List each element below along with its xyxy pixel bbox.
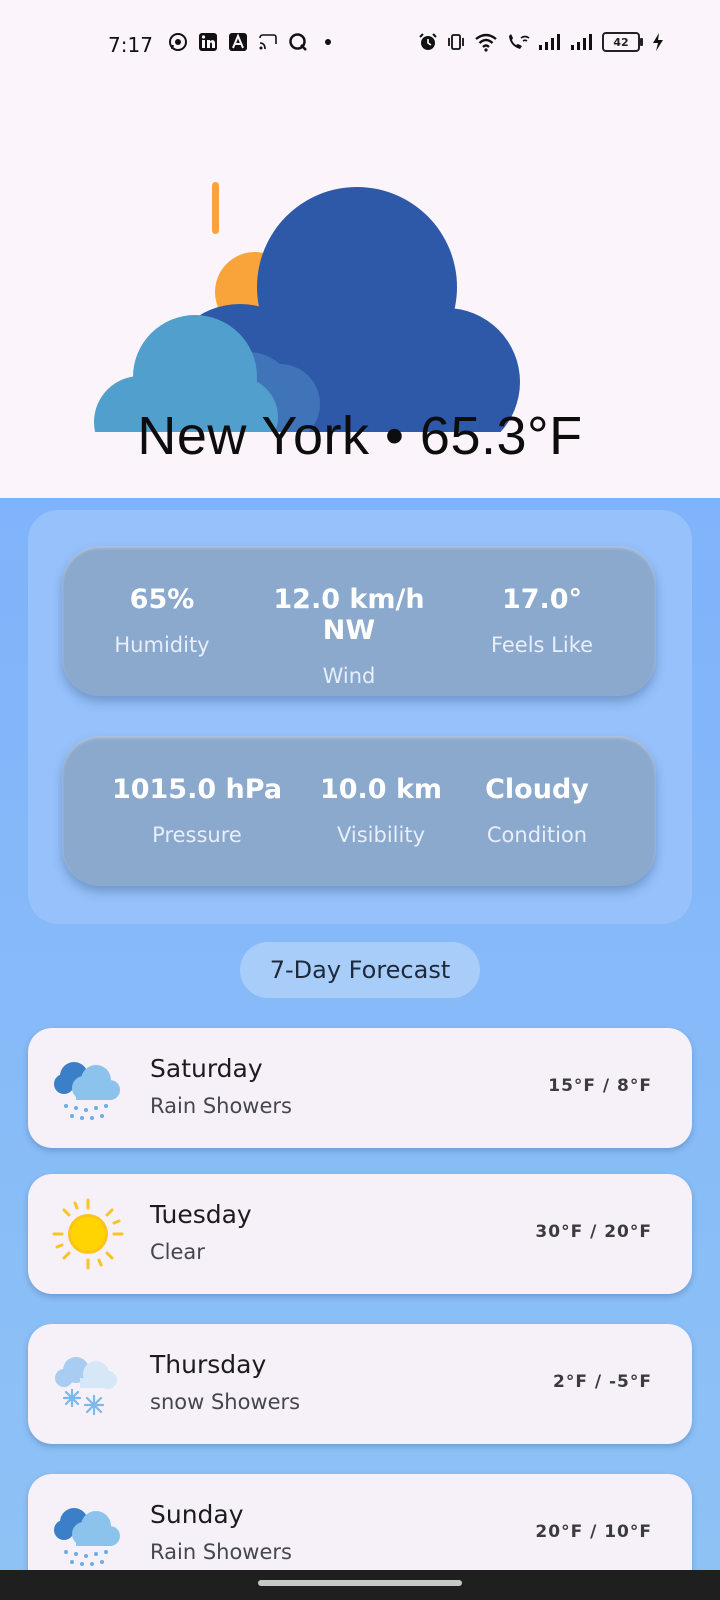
rain-cloud-icon xyxy=(54,1062,120,1120)
stat-value: Cloudy xyxy=(485,774,589,805)
status-bar: 7:17 42 xyxy=(0,0,720,92)
stat-value: 1015.0 hPa xyxy=(111,774,283,805)
stat-value: 17.0° xyxy=(501,584,583,615)
stat-feels-like: 17.0° Feels Like xyxy=(442,584,642,657)
stat-value: 12.0 km/h NW xyxy=(273,584,425,646)
status-time: 7:17 xyxy=(108,33,153,57)
charging-icon xyxy=(653,33,663,51)
rain-cloud-icon xyxy=(54,1508,120,1566)
stat-humidity: 65% Humidity xyxy=(62,584,262,657)
stat-wind: 12.0 km/h NW Wind xyxy=(249,584,449,688)
forecast-condition: snow Showers xyxy=(150,1390,301,1414)
signal-icon xyxy=(539,34,560,50)
stats-card-secondary: 1015.0 hPa Pressure 10.0 km Visibility C… xyxy=(62,736,656,886)
forecast-day-name: Saturday xyxy=(150,1054,263,1083)
stat-label: Humidity xyxy=(114,633,210,657)
stat-label: Pressure xyxy=(152,823,242,847)
q-app-icon xyxy=(288,32,308,52)
sun-icon xyxy=(52,1198,124,1270)
system-navigation-bar xyxy=(0,1570,720,1600)
stat-pressure: 1015.0 hPa Pressure xyxy=(97,774,297,847)
forecast-temperature: 2°F / -5°F xyxy=(553,1372,652,1392)
forecast-heading: 7-Day Forecast xyxy=(240,942,480,998)
main-content: 65% Humidity 12.0 km/h NW Wind 17.0° Fee… xyxy=(0,498,720,1594)
forecast-temperature: 30°F / 20°F xyxy=(535,1222,652,1242)
forecast-condition: Rain Showers xyxy=(150,1094,292,1118)
stat-label: Condition xyxy=(486,823,588,847)
alarm-icon xyxy=(419,33,437,50)
forecast-condition: Clear xyxy=(150,1240,205,1264)
forecast-day-name: Tuesday xyxy=(150,1200,252,1229)
forecast-temperature: 20°F / 10°F xyxy=(535,1522,652,1542)
notification-icons xyxy=(168,32,338,52)
system-icons: 42 xyxy=(418,32,664,52)
snow-cloud-icon xyxy=(55,1357,117,1416)
weather-hero: New York • 65.3°F xyxy=(0,92,720,498)
wifi-icon xyxy=(475,33,497,52)
stat-condition: Cloudy Condition xyxy=(437,774,637,847)
stat-value: 65% xyxy=(129,584,195,615)
stats-panel: 65% Humidity 12.0 km/h NW Wind 17.0° Fee… xyxy=(28,510,692,924)
stats-card-primary: 65% Humidity 12.0 km/h NW Wind 17.0° Fee… xyxy=(62,546,656,696)
stat-label: Wind xyxy=(322,664,376,688)
signal-icon xyxy=(571,34,592,50)
battery-icon: 42 xyxy=(602,32,643,52)
forecast-condition: Rain Showers xyxy=(150,1540,292,1564)
vibrate-icon xyxy=(448,34,464,50)
forecast-day-card[interactable]: Tuesday Clear 30°F / 20°F xyxy=(28,1174,692,1294)
a-app-icon xyxy=(228,32,248,52)
linkedin-icon xyxy=(198,32,218,52)
cloudy-weather-illustration xyxy=(94,182,520,432)
whatsapp-icon xyxy=(168,32,188,52)
home-gesture-handle[interactable] xyxy=(258,1580,462,1586)
forecast-day-name: Sunday xyxy=(150,1500,244,1529)
forecast-day-name: Thursday xyxy=(150,1350,267,1379)
location-temperature: New York • 65.3°F xyxy=(137,406,583,466)
stat-label: Feels Like xyxy=(490,633,594,657)
forecast-temperature: 15°F / 8°F xyxy=(548,1076,652,1096)
forecast-day-card[interactable]: Saturday Rain Showers 15°F / 8°F xyxy=(28,1028,692,1148)
dot-icon xyxy=(318,32,338,52)
wifi-call-icon xyxy=(509,34,530,49)
cast-icon xyxy=(258,32,278,52)
forecast-day-card[interactable]: Thursday snow Showers 2°F / -5°F xyxy=(28,1324,692,1444)
